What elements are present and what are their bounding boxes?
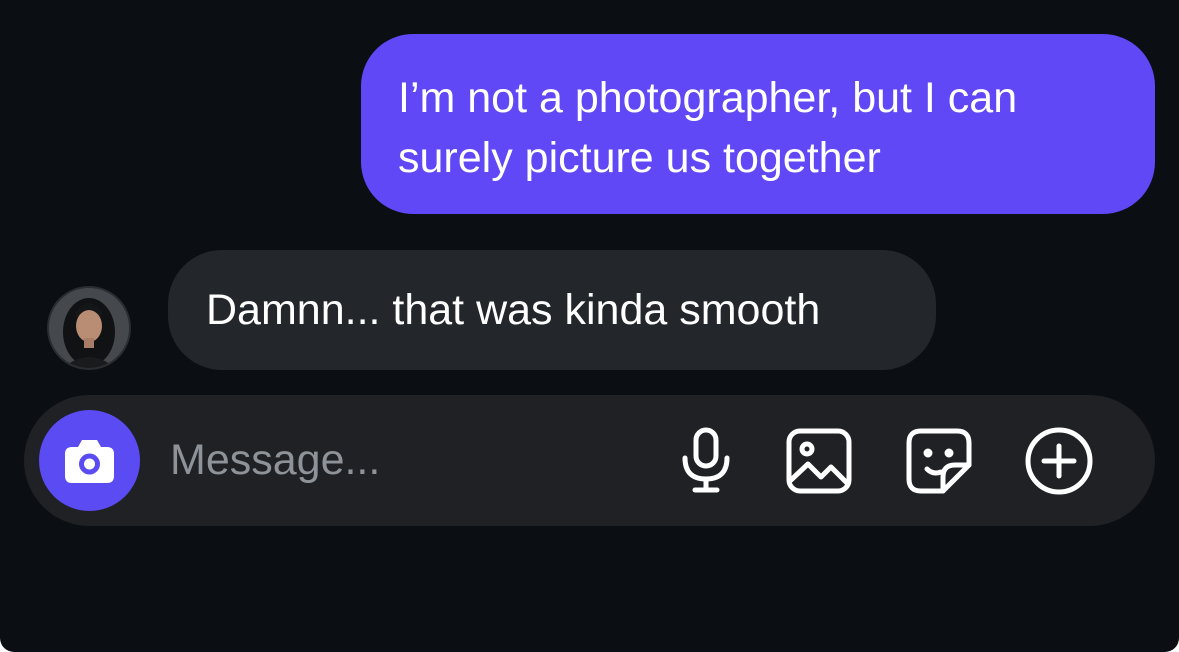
microphone-icon — [682, 427, 730, 493]
camera-icon — [65, 440, 114, 483]
sticker-button[interactable] — [903, 425, 975, 497]
message-composer — [24, 395, 1155, 526]
camera-button[interactable] — [39, 410, 140, 511]
incoming-message-text: Damnn... that was kinda smooth — [206, 286, 821, 334]
outgoing-message-line: surely picture us together — [398, 134, 881, 182]
microphone-button[interactable] — [670, 425, 742, 497]
outgoing-message-line: I’m not a photographer, but I can — [398, 74, 1018, 122]
add-button[interactable] — [1023, 425, 1095, 497]
chat-screen: I’m not a photographer, but I can surely… — [0, 0, 1179, 652]
message-input[interactable] — [170, 425, 590, 495]
avatar-photo — [49, 288, 129, 368]
gallery-button[interactable] — [783, 425, 855, 497]
contact-avatar[interactable] — [47, 286, 131, 370]
gallery-icon — [786, 428, 852, 494]
plus-icon — [1025, 427, 1093, 495]
incoming-message-bubble[interactable]: Damnn... that was kinda smooth — [168, 250, 936, 370]
outgoing-message-bubble[interactable]: I’m not a photographer, but I can surely… — [361, 34, 1155, 214]
sticker-icon — [906, 428, 972, 494]
